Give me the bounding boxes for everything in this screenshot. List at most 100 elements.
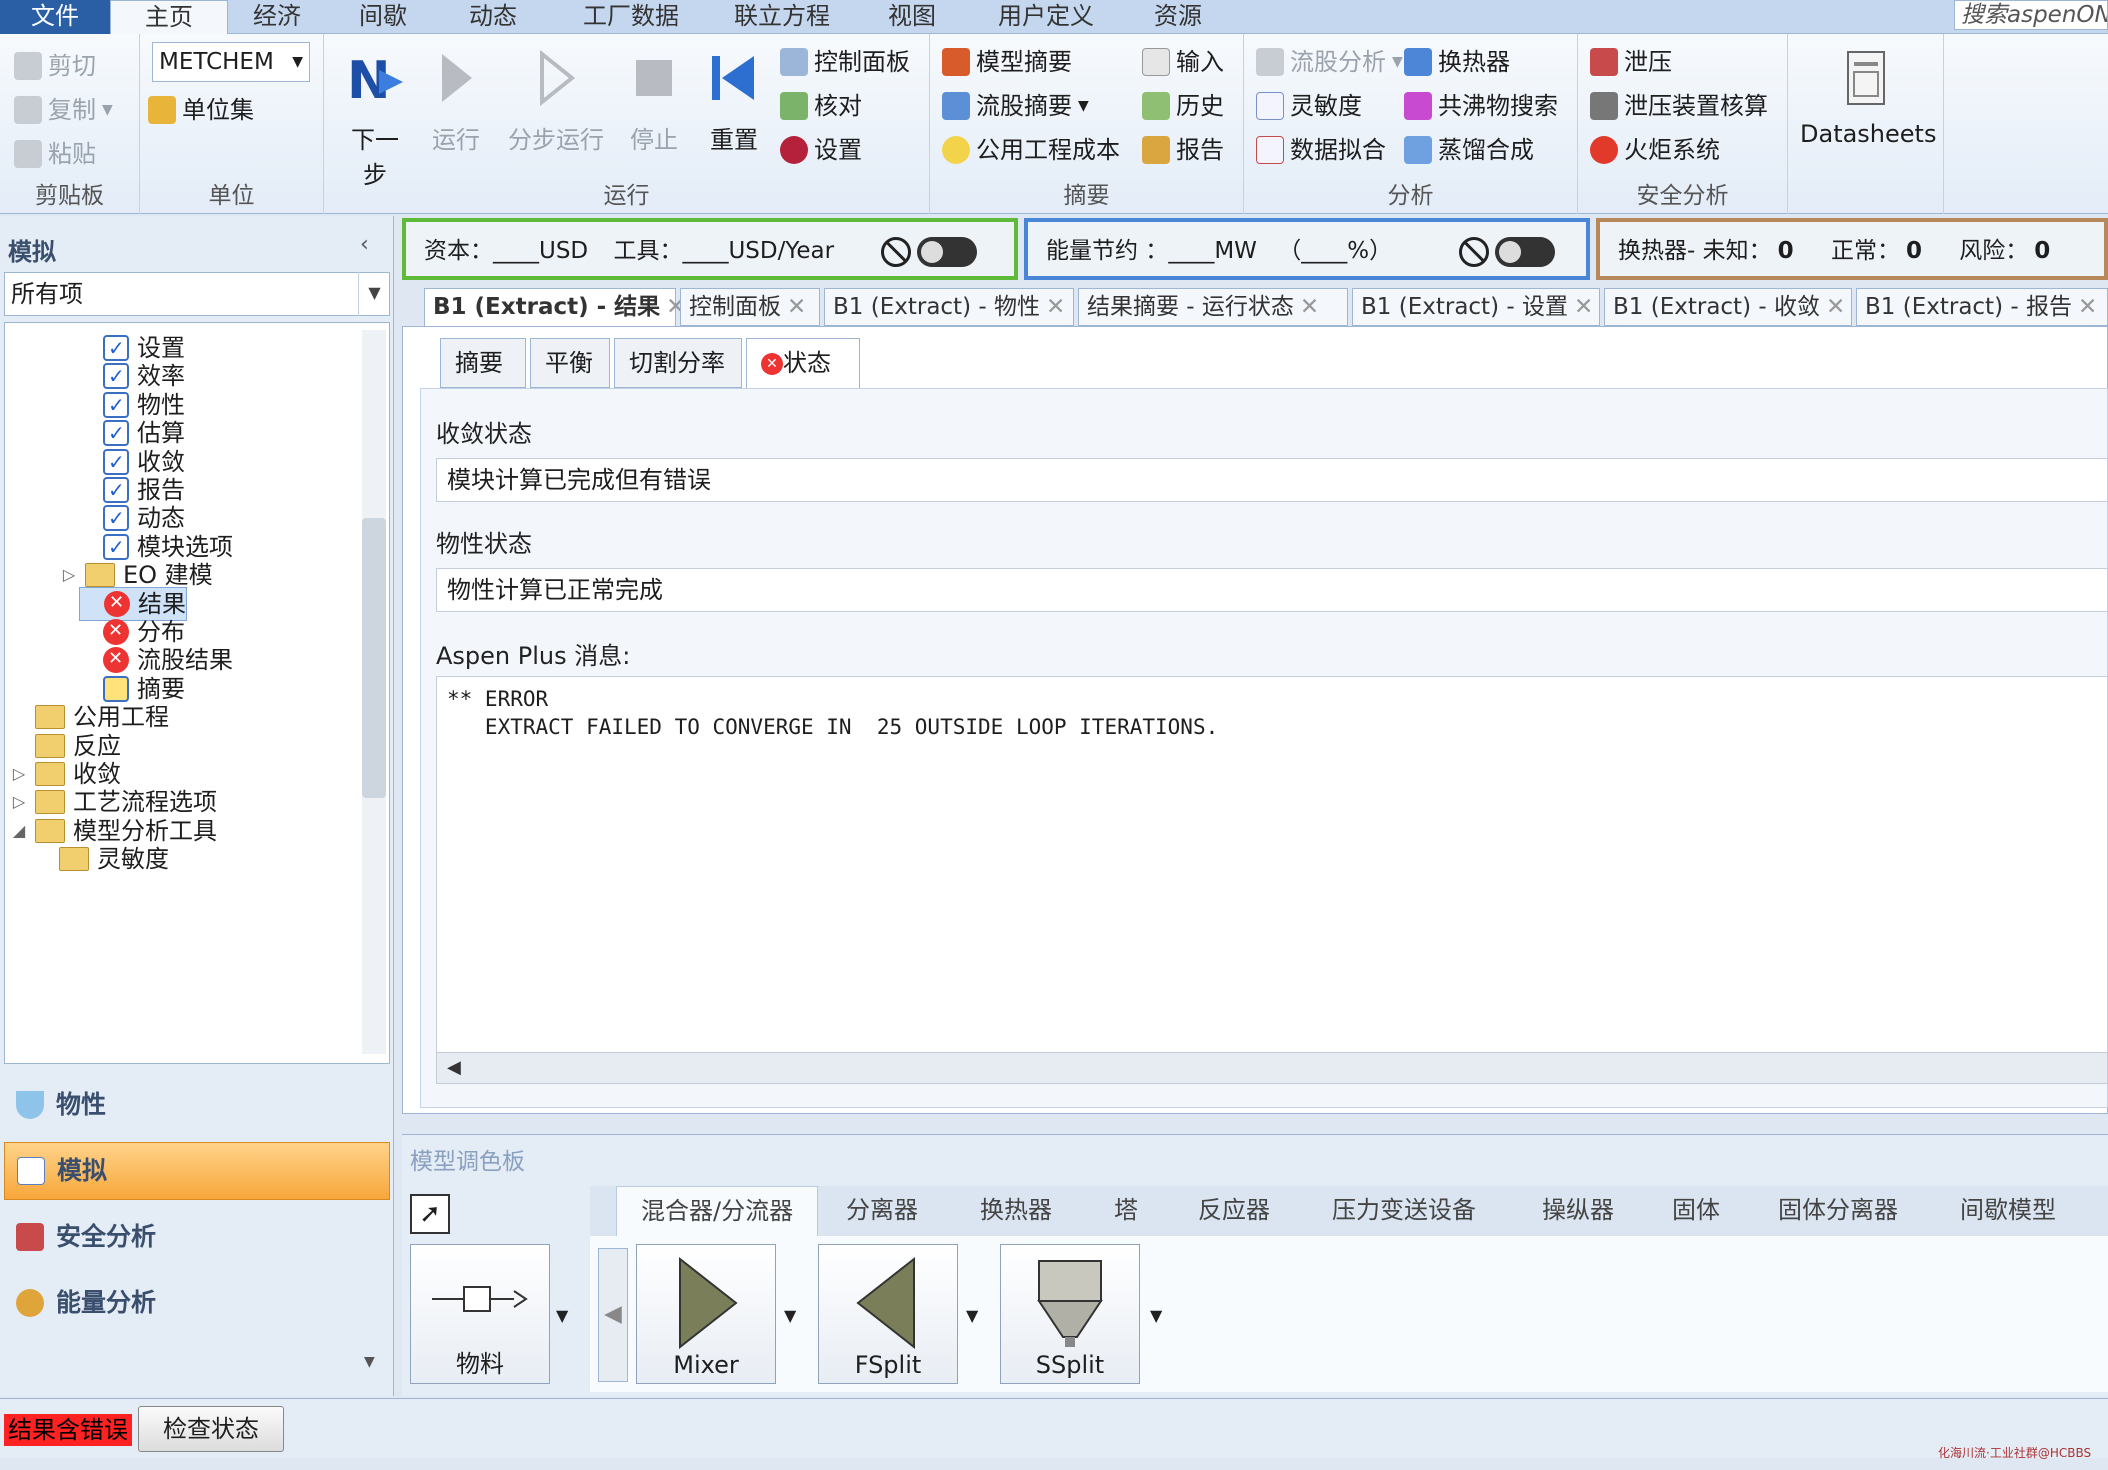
close-icon[interactable]: ✕ <box>1826 294 1845 320</box>
reconcile-button[interactable]: 核对 <box>780 86 862 126</box>
palette-tab-batch-models[interactable]: 间歇模型 <box>1936 1186 2080 1236</box>
palette-tab-manipulators[interactable]: 操纵器 <box>1518 1186 1638 1236</box>
close-icon[interactable]: ✕ <box>1300 294 1319 320</box>
next-button[interactable]: N 下一步 <box>340 48 410 190</box>
utility-costs-button[interactable]: 公用工程成本 <box>942 130 1120 170</box>
distillation-synthesis-button[interactable]: 蒸馏合成 <box>1404 130 1534 170</box>
cut-button[interactable]: 剪切 <box>14 46 96 86</box>
expand-arrow-icon[interactable]: ▷ <box>61 558 77 592</box>
flare-system-button[interactable]: 火炬系统 <box>1590 130 1720 170</box>
palette-tab-separators[interactable]: 分离器 <box>822 1186 942 1236</box>
menu-resources[interactable]: 资源 <box>1136 0 1220 34</box>
chevron-down-icon[interactable]: ▼ <box>1150 1306 1162 1325</box>
unit-set-select[interactable]: METCHEM ▼ <box>152 42 310 82</box>
close-icon[interactable]: ✕ <box>787 294 806 320</box>
horizontal-scrollbar[interactable]: ◀ <box>436 1052 2108 1084</box>
palette-tab-reactors[interactable]: 反应器 <box>1174 1186 1294 1236</box>
report-button[interactable]: 报告 <box>1142 130 1224 170</box>
chevron-down-icon[interactable]: ▼ <box>556 1306 568 1325</box>
palette-item-fsplit[interactable]: FSplit <box>818 1244 958 1384</box>
palette-tab-mixers[interactable]: 混合器/分流器 <box>616 1186 819 1236</box>
folder-icon <box>35 790 65 815</box>
nav-safety-button[interactable]: 安全分析 <box>4 1208 390 1266</box>
next-icon: N <box>347 51 403 111</box>
control-panel-button[interactable]: 控制面板 <box>780 42 910 82</box>
doc-tab-setup[interactable]: B1 (Extract) - 设置 ✕ <box>1352 288 1600 326</box>
palette-item-ssplit[interactable]: SSplit <box>1000 1244 1140 1384</box>
reset-button[interactable]: 重置 <box>702 48 766 155</box>
sensitivity-button[interactable]: 灵敏度 <box>1256 86 1362 126</box>
energy-toggle[interactable] <box>1495 236 1556 267</box>
step-button[interactable]: 分步运行 <box>506 48 606 155</box>
menu-economics[interactable]: 经济 <box>232 0 322 34</box>
nav-more-icon[interactable]: ▼ <box>364 1354 375 1370</box>
search-input[interactable]: 搜索aspenONE <box>1954 0 2108 30</box>
arrow-left-icon[interactable]: ◀ <box>447 1057 461 1078</box>
chevron-down-icon[interactable]: ▼ <box>784 1306 796 1325</box>
model-summary-button[interactable]: 模型摘要 <box>942 42 1072 82</box>
nav-simulation-button[interactable]: 模拟 <box>4 1142 390 1200</box>
relief-button[interactable]: 泄压 <box>1590 42 1672 82</box>
doc-tab-results[interactable]: B1 (Extract) - 结果 ✕ <box>424 288 685 326</box>
menu-customize[interactable]: 用户定义 <box>984 0 1108 34</box>
history-button[interactable]: 历史 <box>1142 86 1224 126</box>
cursor-icon[interactable]: ➚ <box>410 1194 450 1234</box>
stream-analysis-button[interactable]: 流股分析 ▼ <box>1256 42 1403 82</box>
doc-tab-report[interactable]: B1 (Extract) - 报告 ✕ <box>1856 288 2108 326</box>
palette-tab-solids-separators[interactable]: 固体分离器 <box>1754 1186 1922 1236</box>
stream-summary-button[interactable]: 流股摘要 ▼ <box>942 86 1089 126</box>
unit-sets-button[interactable]: 单位集 <box>148 90 254 130</box>
palette-item-mixer[interactable]: Mixer <box>636 1244 776 1384</box>
fsplit-icon <box>856 1256 915 1350</box>
azeotrope-search-button[interactable]: 共沸物搜索 <box>1404 86 1558 126</box>
doc-tab-control-panel[interactable]: 控制面板 ✕ <box>680 288 820 326</box>
data-fit-button[interactable]: 数据拟合 <box>1256 130 1386 170</box>
tree-item-sensitivity[interactable]: 灵敏度 <box>35 842 169 876</box>
palette-tab-pressure-changers[interactable]: 压力变送设备 <box>1308 1186 1500 1236</box>
copy-button[interactable]: 复制 ▼ <box>14 90 113 130</box>
menu-home[interactable]: 主页 <box>110 0 228 36</box>
doc-tab-properties[interactable]: B1 (Extract) - 物性 ✕ <box>824 288 1074 326</box>
close-icon[interactable]: ✕ <box>2078 294 2097 320</box>
tab-status[interactable]: ✕ 状态 <box>746 338 860 388</box>
palette-tab-exchangers[interactable]: 换热器 <box>956 1186 1076 1236</box>
tab-summary[interactable]: 摘要 <box>440 338 526 388</box>
nav-energy-button[interactable]: 能量分析 <box>4 1274 390 1332</box>
messages-box[interactable]: ** ERROR EXTRACT FAILED TO CONVERGE IN 2… <box>436 676 2108 1068</box>
datasheets-button[interactable]: Datasheets <box>1800 48 1936 148</box>
tree-scroll-thumb[interactable] <box>362 518 386 798</box>
chevron-down-icon[interactable]: ▼ <box>966 1306 978 1325</box>
menu-equation-oriented[interactable]: 联立方程 <box>722 0 842 34</box>
doc-tab-convergence[interactable]: B1 (Extract) - 收敛 ✕ <box>1604 288 1852 326</box>
input-button[interactable]: 输入 <box>1142 42 1224 82</box>
run-settings-button[interactable]: 设置 <box>780 130 862 170</box>
tab-balance[interactable]: 平衡 <box>530 338 610 388</box>
capital-toggle[interactable] <box>917 236 978 267</box>
convergence-status-field: 模块计算已完成但有错误 <box>436 458 2108 502</box>
close-icon[interactable]: ✕ <box>1046 294 1065 320</box>
heat-exchanger-button[interactable]: 换热器 <box>1404 42 1510 82</box>
stop-button[interactable]: 停止 <box>622 48 686 155</box>
menu-view[interactable]: 视图 <box>870 0 954 34</box>
palette-tab-columns[interactable]: 塔 <box>1090 1186 1162 1236</box>
run-button[interactable]: 运行 <box>426 48 486 155</box>
palette-item-material[interactable]: 物料 <box>410 1244 550 1384</box>
nav-properties-button[interactable]: 物性 <box>4 1076 390 1134</box>
tab-split-fraction[interactable]: 切割分率 <box>614 338 742 388</box>
close-icon[interactable]: ✕ <box>1574 294 1593 320</box>
palette-scroll-left-icon[interactable]: ◀ <box>598 1248 628 1382</box>
menu-plant-data[interactable]: 工厂数据 <box>566 0 696 34</box>
nav-filter-select[interactable]: 所有项 <box>4 272 390 316</box>
navigation-tree: 设置效率物性估算收敛报告动态模块选项▷EO 建模结果分布流股结果摘要公用工程反应… <box>4 322 390 1064</box>
expand-arrow-icon[interactable]: ◢ <box>11 814 27 848</box>
palette-tab-solids[interactable]: 固体 <box>1648 1186 1744 1236</box>
paste-button[interactable]: 粘贴 <box>14 134 96 174</box>
check-status-button[interactable]: 检查状态 <box>138 1406 284 1452</box>
menu-dynamics[interactable]: 动态 <box>448 0 538 34</box>
menu-batch[interactable]: 间歇 <box>338 0 428 34</box>
menu-file[interactable]: 文件 <box>0 0 110 34</box>
chevron-down-icon[interactable]: ▼ <box>358 272 390 316</box>
doc-tab-run-status[interactable]: 结果摘要 - 运行状态 ✕ <box>1078 288 1348 326</box>
relief-check-button[interactable]: 泄压装置核算 <box>1590 86 1768 126</box>
collapse-icon[interactable]: ‹ <box>360 232 369 257</box>
